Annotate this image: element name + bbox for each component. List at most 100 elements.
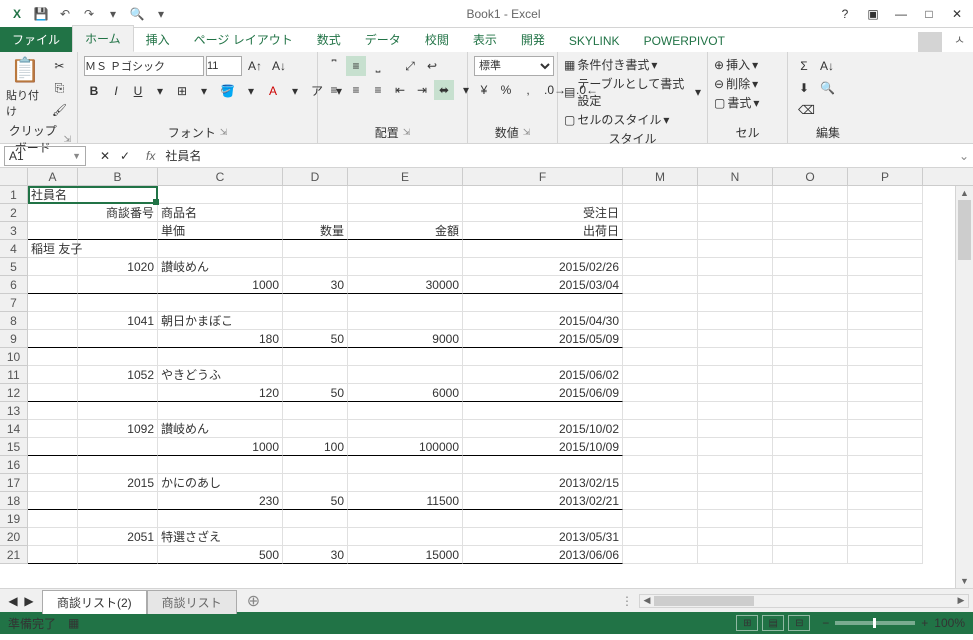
cell[interactable] <box>78 348 158 366</box>
cell[interactable]: 9000 <box>348 330 463 348</box>
cell[interactable] <box>698 456 773 474</box>
cancel-formula-icon[interactable]: ✕ <box>96 149 114 163</box>
fill-icon[interactable]: ⬇ <box>794 78 814 98</box>
shrink-font-icon[interactable]: A↓ <box>268 56 290 76</box>
table-row[interactable]: 7 <box>0 294 973 312</box>
table-row[interactable]: 141092讃岐めん2015/10/02 <box>0 420 973 438</box>
row-header[interactable]: 5 <box>0 258 28 276</box>
cell[interactable]: 30 <box>283 546 348 564</box>
cell[interactable] <box>848 186 923 204</box>
cell[interactable] <box>623 276 698 294</box>
cell[interactable]: 100 <box>283 438 348 456</box>
cell[interactable] <box>773 276 848 294</box>
cell[interactable]: 特選さざえ <box>158 528 283 546</box>
cell[interactable]: 2013/06/06 <box>463 546 623 564</box>
decrease-indent-icon[interactable]: ⇤ <box>390 80 410 100</box>
cell[interactable] <box>698 204 773 222</box>
row-header[interactable]: 14 <box>0 420 28 438</box>
cell[interactable]: 15000 <box>348 546 463 564</box>
add-sheet-icon[interactable]: ⊕ <box>237 591 270 611</box>
cell[interactable] <box>28 546 78 564</box>
cell[interactable] <box>28 222 78 240</box>
comma-icon[interactable]: , <box>518 80 538 100</box>
row-header[interactable]: 16 <box>0 456 28 474</box>
cell-styles-button[interactable]: ▢セルのスタイル▾ <box>564 111 669 128</box>
col-header-N[interactable]: N <box>698 168 773 185</box>
cell[interactable] <box>848 402 923 420</box>
cell[interactable] <box>158 240 283 258</box>
row-header[interactable]: 2 <box>0 204 28 222</box>
cell[interactable]: 2015/10/09 <box>463 438 623 456</box>
cell[interactable] <box>623 438 698 456</box>
cell[interactable] <box>78 384 158 402</box>
fx-icon[interactable]: fx <box>140 149 161 163</box>
scroll-down-icon[interactable]: ▼ <box>956 574 973 588</box>
cell[interactable] <box>463 348 623 366</box>
cell[interactable] <box>848 492 923 510</box>
row-header[interactable]: 12 <box>0 384 28 402</box>
cell[interactable] <box>158 186 283 204</box>
cell[interactable] <box>698 222 773 240</box>
cell[interactable] <box>698 240 773 258</box>
cell[interactable] <box>283 402 348 420</box>
sheet-nav-next-icon[interactable]: ▶ <box>22 594 36 608</box>
cell[interactable] <box>158 402 283 420</box>
cell[interactable] <box>78 456 158 474</box>
cell[interactable] <box>623 348 698 366</box>
cell[interactable] <box>283 186 348 204</box>
table-row[interactable]: 13 <box>0 402 973 420</box>
zoom-level[interactable]: 100% <box>934 616 965 630</box>
cell[interactable] <box>283 294 348 312</box>
sheet-tab-active[interactable]: 商談リスト(2) <box>42 590 147 614</box>
cell[interactable]: 数量 <box>283 222 348 240</box>
cell[interactable]: 50 <box>283 492 348 510</box>
enter-formula-icon[interactable]: ✓ <box>116 149 134 163</box>
cell[interactable] <box>623 312 698 330</box>
cell[interactable]: 2015/06/02 <box>463 366 623 384</box>
cell[interactable] <box>28 492 78 510</box>
cell[interactable] <box>78 330 158 348</box>
cell[interactable] <box>348 240 463 258</box>
cell[interactable] <box>78 222 158 240</box>
table-row[interactable]: 1510001001000002015/10/09 <box>0 438 973 456</box>
scroll-left-icon[interactable]: ◀ <box>640 595 654 606</box>
cell[interactable]: 2015/06/09 <box>463 384 623 402</box>
cell[interactable] <box>698 510 773 528</box>
cell[interactable] <box>698 528 773 546</box>
cell[interactable] <box>28 384 78 402</box>
cell[interactable] <box>28 528 78 546</box>
cell[interactable] <box>773 240 848 258</box>
cell[interactable] <box>463 186 623 204</box>
underline-button[interactable]: U <box>128 81 148 101</box>
cell[interactable] <box>28 294 78 312</box>
cell[interactable] <box>773 384 848 402</box>
row-header[interactable]: 11 <box>0 366 28 384</box>
delete-cells-button[interactable]: ⊖削除▾ <box>714 75 758 92</box>
align-dialog-icon[interactable]: ⇲ <box>403 127 411 138</box>
cell[interactable] <box>348 402 463 420</box>
cell[interactable] <box>848 366 923 384</box>
cell[interactable] <box>283 474 348 492</box>
cell[interactable] <box>698 366 773 384</box>
format-as-table-button[interactable]: ▤テーブルとして書式設定▾ <box>564 75 701 109</box>
cell[interactable] <box>773 312 848 330</box>
zoom-out-icon[interactable]: − <box>822 616 829 630</box>
cell[interactable] <box>848 294 923 312</box>
vscroll-thumb[interactable] <box>958 200 971 260</box>
cell[interactable]: 1041 <box>78 312 158 330</box>
sort-filter-icon[interactable]: A↓ <box>816 56 838 76</box>
cut-icon[interactable]: ✂ <box>48 56 71 76</box>
paste-button[interactable]: 貼り付け <box>6 87 44 119</box>
cell[interactable] <box>848 384 923 402</box>
table-row[interactable]: 1社員名 <box>0 186 973 204</box>
cell[interactable]: 受注日 <box>463 204 623 222</box>
cell[interactable] <box>698 546 773 564</box>
insert-cells-button[interactable]: ⊕挿入▾ <box>714 56 758 73</box>
view-pagebreak-icon[interactable]: ⊟ <box>788 615 810 631</box>
currency-icon[interactable]: ¥ <box>474 80 494 100</box>
cell[interactable] <box>773 528 848 546</box>
zoom-in-icon[interactable]: + <box>921 616 928 630</box>
redo-icon[interactable]: ↷ <box>78 3 100 25</box>
view-pagelayout-icon[interactable]: ▤ <box>762 615 784 631</box>
cell[interactable] <box>773 222 848 240</box>
